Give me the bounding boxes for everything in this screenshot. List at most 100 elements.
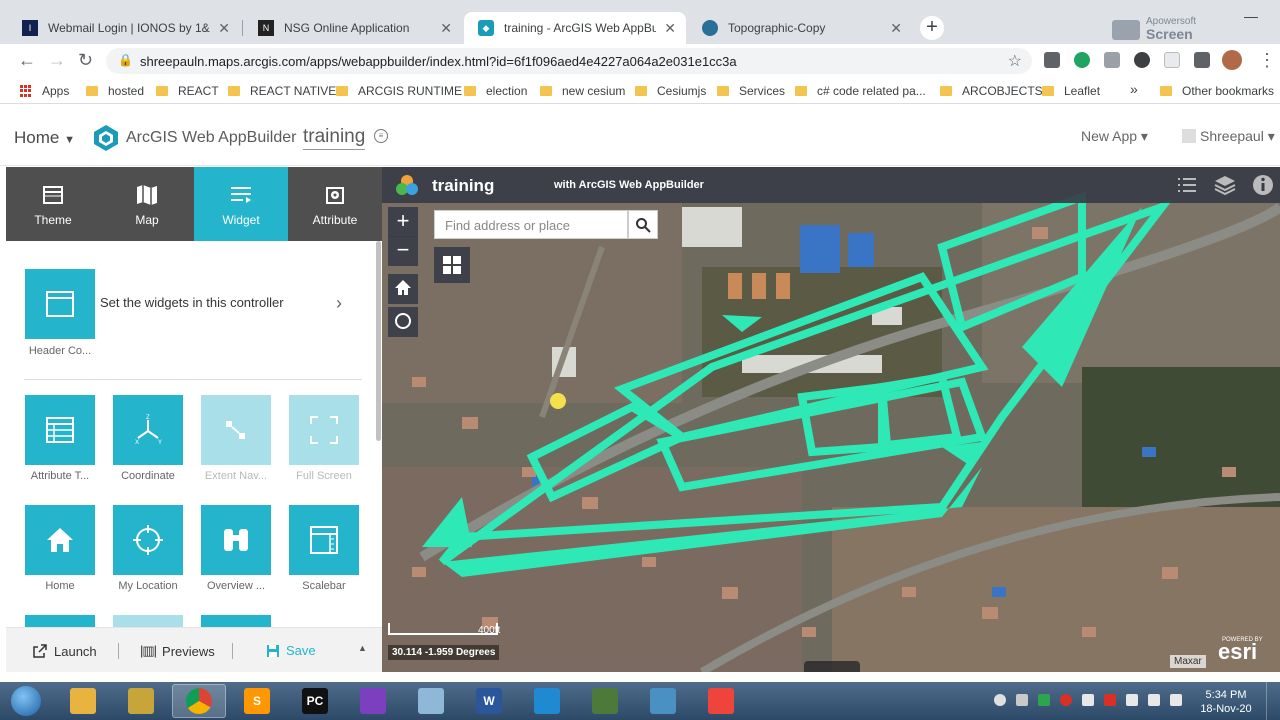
widget-overview-map[interactable] xyxy=(201,505,271,575)
start-button[interactable] xyxy=(4,684,48,718)
bookmark-star-icon[interactable]: ☆ xyxy=(1008,51,1022,71)
taskbar-app-visual-studio[interactable] xyxy=(346,684,400,718)
widget-my-location[interactable] xyxy=(113,505,183,575)
previews-button[interactable]: |▥| Previews xyxy=(140,643,215,659)
widget-tile-partial[interactable] xyxy=(113,615,183,627)
expand-up-icon[interactable]: ▲ xyxy=(358,643,367,653)
new-tab-button[interactable]: + xyxy=(920,16,944,40)
extension-icon[interactable] xyxy=(1164,52,1180,68)
puzzle-icon[interactable] xyxy=(1194,52,1210,68)
record-icon[interactable] xyxy=(1060,694,1072,706)
show-desktop-button[interactable] xyxy=(1266,682,1280,720)
bookmark-folder[interactable]: new cesium xyxy=(540,84,625,98)
grammarly-icon[interactable] xyxy=(1074,52,1090,68)
tab-topographic[interactable]: Topographic-Copy ✕ xyxy=(688,12,912,44)
url-text[interactable]: shreepauln.maps.arcgis.com/apps/webappbu… xyxy=(140,54,737,69)
widget-coordinate[interactable]: Z X Y xyxy=(113,395,183,465)
bookmark-folder[interactable]: REACT NATIVE xyxy=(228,84,336,98)
forward-arrow-icon[interactable]: → xyxy=(48,50,66,71)
tray-icon[interactable] xyxy=(1038,694,1050,706)
other-bookmarks[interactable]: Other bookmarks xyxy=(1160,84,1274,98)
bookmark-folder[interactable]: ARCOBJECTS xyxy=(940,84,1043,98)
scrollbar-thumb[interactable] xyxy=(376,241,381,441)
save-button[interactable]: Save xyxy=(266,643,316,658)
widget-tile-partial[interactable] xyxy=(201,615,271,627)
attribute-table-toggle[interactable] xyxy=(804,661,860,672)
widget-home[interactable] xyxy=(25,505,95,575)
flag-icon[interactable] xyxy=(1148,694,1160,706)
volume-icon[interactable] xyxy=(1082,694,1094,706)
tab-training[interactable]: ◆ training - ArcGIS Web AppBuilder ✕ xyxy=(464,12,686,44)
close-icon[interactable]: ✕ xyxy=(440,20,452,37)
minimize-icon[interactable]: — xyxy=(1244,8,1264,24)
home-button[interactable] xyxy=(388,274,418,304)
widget-full-screen[interactable] xyxy=(289,395,359,465)
taskbar-app-monitor[interactable] xyxy=(578,684,632,718)
layers-icon[interactable] xyxy=(1214,174,1236,196)
bookmark-folder[interactable]: Leaflet xyxy=(1042,84,1100,98)
zoom-out-button[interactable]: − xyxy=(388,236,418,266)
widget-controller-button[interactable] xyxy=(434,247,470,283)
satellite-basemap[interactable] xyxy=(382,167,1280,672)
network-icon[interactable] xyxy=(1126,694,1138,706)
profile-avatar[interactable] xyxy=(1222,50,1242,70)
my-location-button[interactable] xyxy=(388,307,418,337)
taskbar-app-vscode[interactable] xyxy=(520,684,574,718)
extension-icon[interactable] xyxy=(1044,52,1060,68)
app-name[interactable]: training xyxy=(303,126,366,150)
taskbar-app-anydesk[interactable] xyxy=(694,684,748,718)
header-controller-tile[interactable] xyxy=(25,269,95,339)
taskbar-app-image-viewer[interactable] xyxy=(636,684,690,718)
bookmark-folder[interactable]: election xyxy=(464,84,527,98)
tab-map[interactable]: Map xyxy=(100,167,194,241)
bookmark-folder[interactable]: REACT xyxy=(156,84,219,98)
tab-theme[interactable]: Theme xyxy=(6,167,100,241)
bookmark-folder[interactable]: Cesiumjs xyxy=(635,84,706,98)
taskbar-app-sublime[interactable]: S xyxy=(230,684,284,718)
new-app-menu[interactable]: New App ▾ xyxy=(1081,128,1148,145)
close-icon[interactable]: ✕ xyxy=(664,20,676,37)
taskbar-app-package[interactable] xyxy=(114,684,168,718)
more-vert-icon[interactable]: ⋮ xyxy=(1258,50,1276,71)
chevron-right-icon[interactable]: › xyxy=(336,293,342,314)
legend-icon[interactable] xyxy=(1176,174,1198,196)
taskbar-app-word[interactable]: W xyxy=(462,684,516,718)
tray-icon[interactable] xyxy=(1104,694,1116,706)
tab-webmail[interactable]: I Webmail Login | IONOS by 1&1 ✕ xyxy=(8,12,240,44)
tray-icon[interactable] xyxy=(994,694,1006,706)
close-icon[interactable]: ✕ xyxy=(890,20,902,37)
map-preview[interactable]: training with ArcGIS Web AppBuilder + − … xyxy=(382,167,1280,672)
app-info-icon[interactable]: ≡ xyxy=(374,129,388,143)
home-menu[interactable]: Home ▼ xyxy=(14,128,75,148)
info-icon[interactable] xyxy=(1252,174,1274,196)
widget-scalebar[interactable] xyxy=(289,505,359,575)
tray-icon[interactable] xyxy=(1170,694,1182,706)
launch-button[interactable]: Launch xyxy=(32,643,97,659)
extension-icon[interactable] xyxy=(1104,52,1120,68)
tab-nsg[interactable]: N NSG Online Application ✕ xyxy=(244,12,462,44)
widget-tile-partial[interactable] xyxy=(25,615,95,627)
extension-icon[interactable] xyxy=(1134,52,1150,68)
shield-icon[interactable] xyxy=(1016,694,1028,706)
tab-widget[interactable]: Widget xyxy=(194,167,288,241)
reload-icon[interactable]: ↻ xyxy=(78,50,93,71)
bookmark-apps[interactable]: Apps xyxy=(20,84,69,98)
search-button[interactable] xyxy=(628,210,658,239)
bookmark-folder[interactable]: c# code related pa... xyxy=(795,84,926,98)
taskbar-app-chrome[interactable] xyxy=(172,684,226,718)
taskbar-app-files[interactable] xyxy=(404,684,458,718)
widget-attribute-table[interactable] xyxy=(25,395,95,465)
close-icon[interactable]: ✕ xyxy=(218,20,230,37)
zoom-in-button[interactable]: + xyxy=(388,207,418,237)
tab-attribute[interactable]: Attribute xyxy=(288,167,382,241)
address-bar[interactable]: 🔒 shreepauln.maps.arcgis.com/apps/webapp… xyxy=(106,48,1032,74)
clock[interactable]: 5:34 PM 18-Nov-20 xyxy=(1196,688,1256,716)
user-menu[interactable]: Shreepaul ▾ xyxy=(1182,128,1275,145)
bookmark-folder[interactable]: Services xyxy=(717,84,785,98)
back-arrow-icon[interactable]: ← xyxy=(18,50,36,71)
bookmark-folder[interactable]: hosted xyxy=(86,84,144,98)
search-input[interactable]: Find address or place xyxy=(434,210,628,239)
taskbar-app-pycharm[interactable]: PC xyxy=(288,684,342,718)
bookmark-folder[interactable]: ARCGIS RUNTIME xyxy=(336,84,462,98)
widget-extent-navigate[interactable] xyxy=(201,395,271,465)
